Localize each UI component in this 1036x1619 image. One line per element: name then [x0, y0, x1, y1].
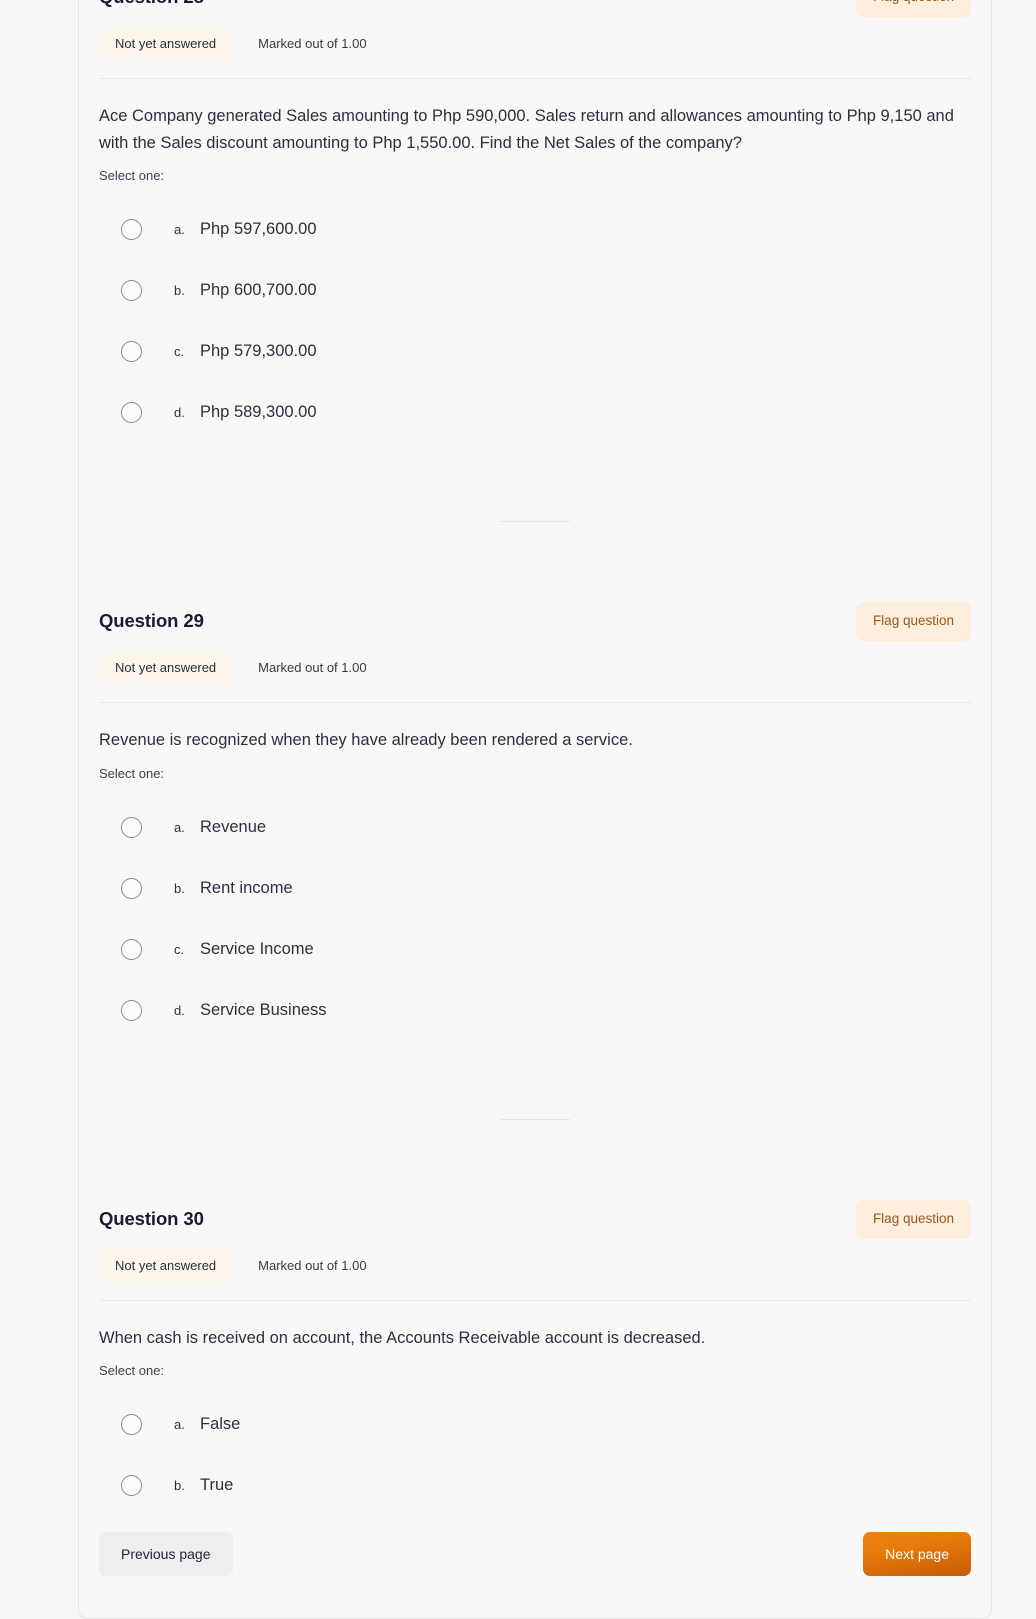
answer-letter: c.	[174, 344, 185, 360]
list-item[interactable]: a. Revenue	[99, 797, 971, 858]
answer-letter: d.	[174, 1002, 185, 1018]
question-header: Question 28 Flag question	[99, 0, 971, 17]
list-item[interactable]: b. Rent income	[99, 858, 971, 919]
answer-list: a. Php 597,600.00 b. Php 600,700.00 c. P…	[99, 199, 971, 443]
status-badge: Not yet answered	[99, 1248, 233, 1282]
answer-text: Rent income	[200, 878, 293, 897]
radio-button-icon[interactable]	[121, 877, 142, 899]
question-meta: Not yet answered Marked out of 1.00	[99, 651, 971, 685]
radio-button-icon[interactable]	[121, 999, 142, 1021]
radio-button-icon[interactable]	[121, 280, 142, 302]
question-title: Question 28	[99, 0, 204, 8]
flag-question-button[interactable]: Flag question	[855, 0, 971, 17]
list-item[interactable]: c. Service Income	[99, 919, 971, 980]
marked-out-of: Marked out of 1.00	[258, 35, 367, 51]
question-title: Question 30	[99, 1207, 204, 1229]
answer-letter: b.	[174, 1478, 185, 1494]
answer-list: a. False b. True	[99, 1394, 971, 1516]
answer-text: Service Business	[200, 1000, 327, 1019]
question-divider	[99, 1299, 971, 1301]
status-badge: Not yet answered	[99, 26, 233, 60]
select-one-label: Select one:	[99, 765, 165, 781]
answer-list: a. Revenue b. Rent income c. Service Inc…	[99, 797, 971, 1041]
answer-text: True	[200, 1476, 234, 1495]
list-item[interactable]: b. True	[99, 1455, 971, 1516]
pagination-bar: Previous page Next page	[79, 1532, 991, 1577]
answer-letter: a.	[174, 1417, 185, 1433]
answer-text: False	[200, 1415, 241, 1434]
question-text: Ace Company generated Sales amounting to…	[99, 106, 954, 152]
flag-question-button[interactable]: Flag question	[855, 1199, 971, 1239]
answer-letter: a.	[174, 819, 185, 835]
previous-page-button[interactable]: Previous page	[99, 1532, 233, 1577]
question-divider	[99, 77, 971, 79]
status-badge: Not yet answered	[99, 651, 233, 685]
list-item[interactable]: a. False	[99, 1394, 971, 1455]
answer-text: Php 579,300.00	[200, 342, 317, 361]
radio-button-icon[interactable]	[121, 816, 142, 838]
answer-letter: d.	[174, 405, 185, 421]
radio-button-icon[interactable]	[121, 1414, 142, 1436]
select-one-label: Select one:	[99, 168, 165, 184]
question-block-30: Question 30 Flag question Not yet answer…	[79, 1182, 991, 1517]
question-text: When cash is received on account, the Ac…	[99, 1328, 706, 1347]
answer-text: Revenue	[200, 817, 267, 836]
radio-button-icon[interactable]	[121, 219, 142, 241]
answer-letter: c.	[174, 941, 185, 957]
list-item[interactable]: c. Php 579,300.00	[99, 321, 971, 382]
answer-text: Php 589,300.00	[200, 403, 317, 422]
answer-text: Service Income	[200, 939, 314, 958]
flag-question-button[interactable]: Flag question	[855, 602, 971, 642]
select-one-label: Select one:	[99, 1363, 165, 1379]
answer-text: Php 600,700.00	[200, 281, 317, 300]
question-block-28: Question 28 Flag question Not yet answer…	[79, 0, 991, 443]
radio-button-icon[interactable]	[121, 402, 142, 424]
radio-button-icon[interactable]	[121, 341, 142, 363]
list-item[interactable]: d. Service Business	[99, 980, 971, 1041]
question-meta: Not yet answered Marked out of 1.00	[99, 26, 971, 60]
question-header: Question 29 Flag question	[99, 584, 971, 642]
answer-letter: b.	[174, 880, 185, 896]
question-header: Question 30 Flag question	[99, 1182, 971, 1239]
marked-out-of: Marked out of 1.00	[258, 660, 367, 676]
list-item[interactable]: b. Php 600,700.00	[99, 260, 971, 321]
question-title: Question 29	[99, 610, 204, 632]
question-meta: Not yet answered Marked out of 1.00	[99, 1248, 971, 1282]
answer-letter: b.	[174, 283, 185, 299]
list-item[interactable]: d. Php 589,300.00	[99, 382, 971, 443]
quiz-card: Question 28 Flag question Not yet answer…	[78, 0, 992, 1619]
list-item[interactable]: a. Php 597,600.00	[99, 199, 971, 260]
question-divider	[99, 702, 971, 704]
radio-button-icon[interactable]	[121, 938, 142, 960]
radio-button-icon[interactable]	[121, 1475, 142, 1497]
question-block-29: Question 29 Flag question Not yet answer…	[79, 584, 991, 1041]
marked-out-of: Marked out of 1.00	[258, 1257, 367, 1273]
question-text: Revenue is recognized when they have alr…	[99, 731, 633, 750]
answer-text: Php 597,600.00	[200, 220, 317, 239]
next-page-button[interactable]: Next page	[863, 1532, 971, 1577]
answer-letter: a.	[174, 222, 185, 238]
